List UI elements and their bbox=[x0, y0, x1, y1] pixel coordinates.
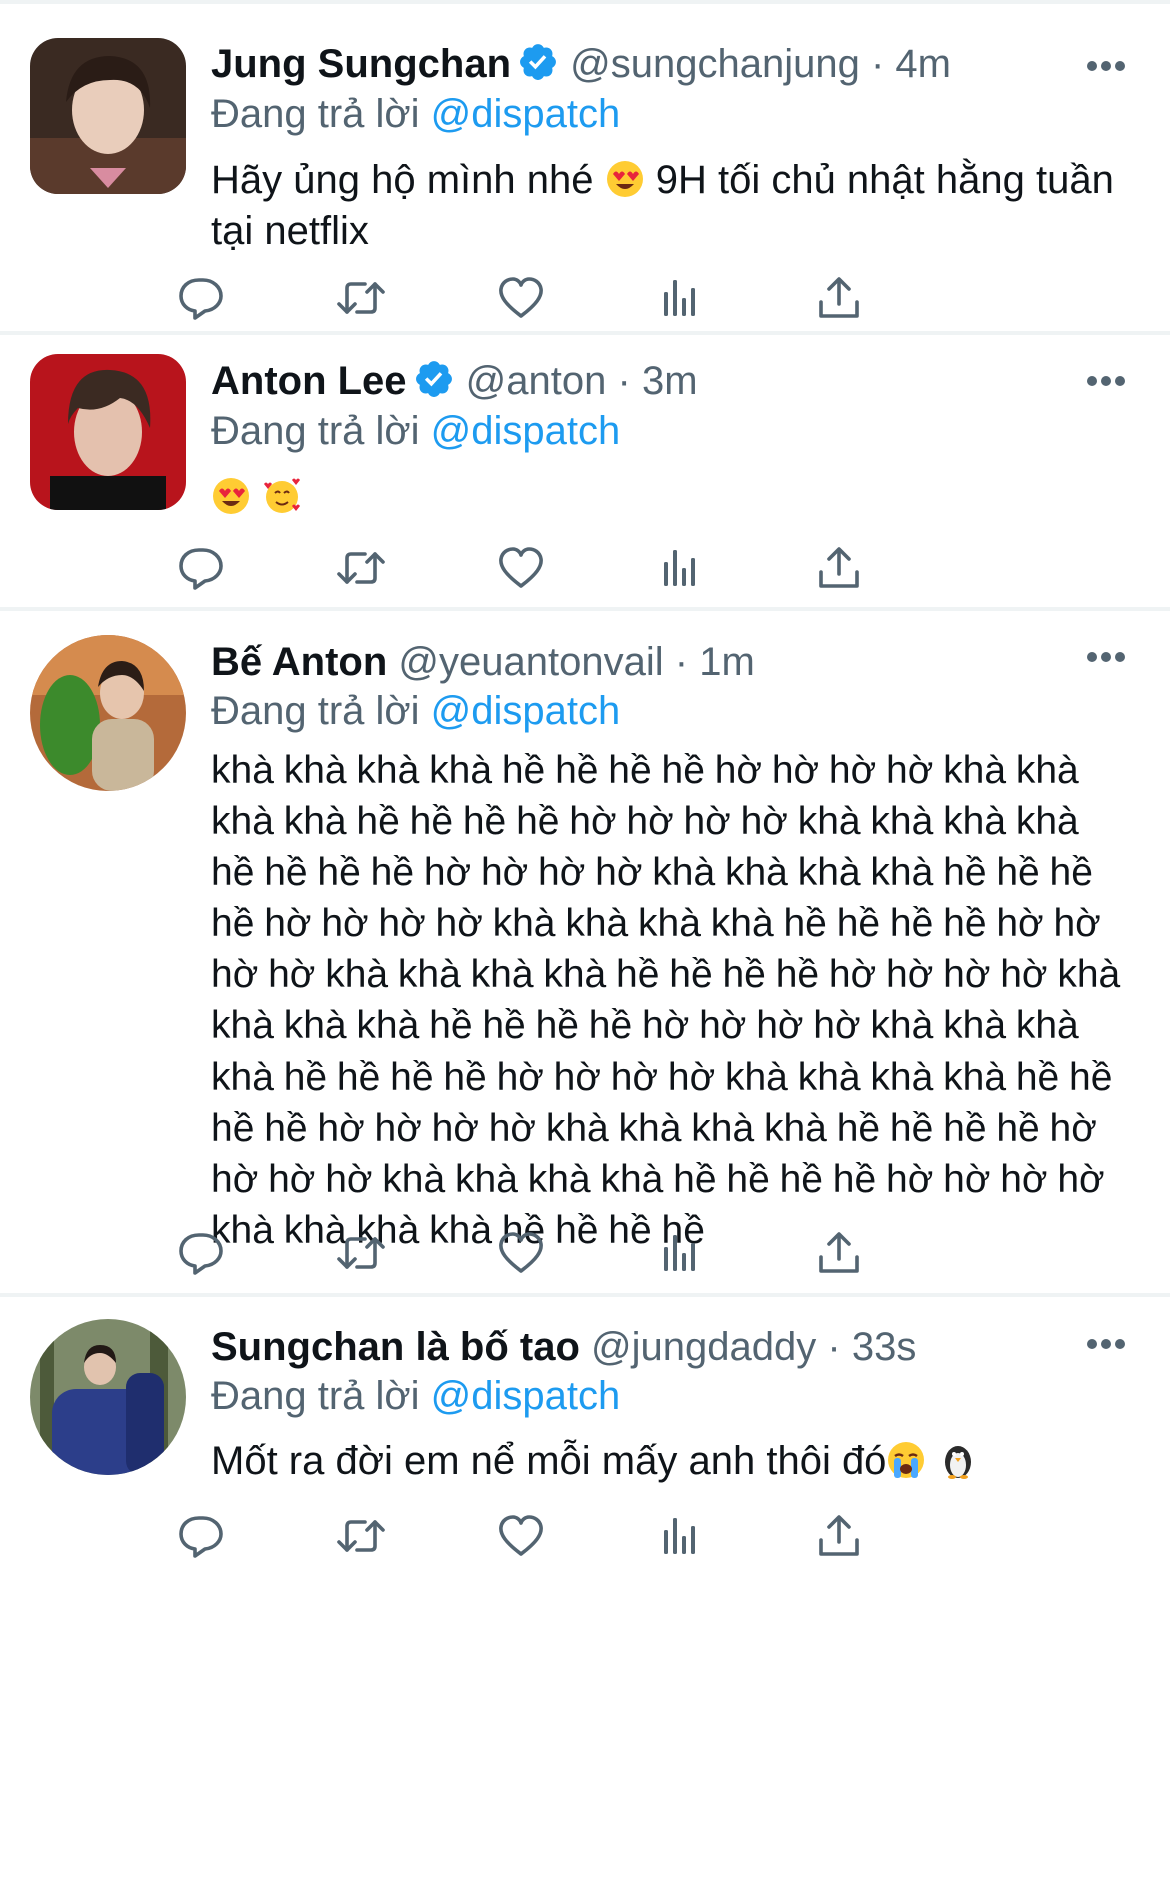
share-icon[interactable] bbox=[813, 1510, 865, 1562]
reply-context: Đang trả lời @dispatch bbox=[211, 89, 1130, 139]
reply-mention-link[interactable]: @dispatch bbox=[431, 1374, 621, 1418]
reply-context: Đang trả lời @dispatch bbox=[211, 406, 1130, 456]
reply-label: Đang trả lời bbox=[211, 1374, 420, 1418]
views-icon[interactable] bbox=[655, 272, 707, 324]
views-icon[interactable] bbox=[655, 1227, 707, 1279]
user-handle[interactable]: @jungdaddy bbox=[591, 1325, 816, 1369]
tweet-text: Hãy ủng hộ mình nhé 9H tối chủ nhật hằng… bbox=[211, 155, 1130, 257]
user-handle[interactable]: @sungchanjung bbox=[570, 42, 860, 86]
timestamp[interactable]: 3m bbox=[642, 359, 698, 403]
more-options-icon[interactable] bbox=[1086, 651, 1126, 663]
tweet-header: Sungchan là bố tao @jungdaddy · 33s bbox=[211, 1322, 1130, 1372]
action-bar bbox=[179, 542, 1041, 594]
tweet-text-part: Mốt ra đời em nể mỗi mấy anh thôi đó bbox=[211, 1439, 887, 1483]
share-icon[interactable] bbox=[813, 272, 865, 324]
verified-badge-icon bbox=[517, 41, 559, 83]
user-handle[interactable]: @anton bbox=[466, 359, 607, 403]
user-handle[interactable]: @yeuantonvail bbox=[398, 640, 663, 684]
tweet-1[interactable]: Jung Sungchan @sungchanjung · 4m Đang tr… bbox=[0, 4, 1170, 335]
separator-dot: · bbox=[617, 359, 631, 403]
heart-eyes-emoji bbox=[605, 159, 645, 199]
like-icon[interactable] bbox=[495, 272, 547, 324]
action-bar bbox=[179, 1510, 1041, 1562]
like-icon[interactable] bbox=[495, 542, 547, 594]
separator-dot: · bbox=[674, 640, 689, 684]
retweet-icon[interactable] bbox=[335, 542, 387, 594]
like-icon[interactable] bbox=[495, 1227, 547, 1279]
tweet-header: Bế Anton @yeuantonvail · 1m bbox=[211, 637, 1130, 687]
smiling-hearts-emoji bbox=[262, 476, 302, 516]
more-options-icon[interactable] bbox=[1086, 60, 1126, 72]
tweet-header: Anton Lee @anton · 3m bbox=[211, 356, 1130, 406]
retweet-icon[interactable] bbox=[335, 272, 387, 324]
views-icon[interactable] bbox=[655, 1510, 707, 1562]
reply-mention-link[interactable]: @dispatch bbox=[431, 409, 621, 453]
timestamp[interactable]: 33s bbox=[852, 1325, 917, 1369]
reply-icon[interactable] bbox=[175, 272, 227, 324]
reply-context: Đang trả lời @dispatch bbox=[211, 1366, 1130, 1426]
reply-context: Đang trả lời @dispatch bbox=[211, 681, 1130, 741]
tweet-text: khà khà khà khà hề hề hề hề hờ hờ hờ hờ … bbox=[211, 749, 1121, 1252]
display-name[interactable]: Bế Anton bbox=[211, 640, 387, 684]
more-options-icon[interactable] bbox=[1086, 375, 1126, 387]
tweet-4[interactable]: Sungchan là bố tao @jungdaddy · 33s Đang… bbox=[0, 1297, 1170, 1575]
tweet-text bbox=[211, 472, 1130, 523]
tweet-feed: Jung Sungchan @sungchanjung · 4m Đang tr… bbox=[0, 0, 1170, 1575]
verified-badge-icon bbox=[413, 358, 455, 400]
avatar[interactable] bbox=[30, 635, 186, 791]
reply-label: Đang trả lời bbox=[211, 409, 420, 453]
timestamp[interactable]: 4m bbox=[895, 42, 951, 86]
retweet-icon[interactable] bbox=[335, 1227, 387, 1279]
reply-mention-link[interactable]: @dispatch bbox=[431, 92, 621, 136]
action-bar bbox=[179, 1227, 1041, 1279]
reply-icon[interactable] bbox=[175, 1510, 227, 1562]
separator-dot: · bbox=[827, 1325, 841, 1369]
display-name[interactable]: Anton Lee bbox=[211, 359, 407, 403]
views-icon[interactable] bbox=[655, 542, 707, 594]
action-bar bbox=[179, 272, 1041, 324]
retweet-icon[interactable] bbox=[335, 1510, 387, 1562]
avatar[interactable] bbox=[30, 38, 186, 194]
separator-dot: · bbox=[870, 42, 885, 86]
display-name[interactable]: Sungchan là bố tao bbox=[211, 1325, 580, 1369]
share-icon[interactable] bbox=[813, 1227, 865, 1279]
timestamp[interactable]: 1m bbox=[699, 640, 755, 684]
heart-eyes-emoji bbox=[211, 476, 251, 516]
avatar[interactable] bbox=[30, 1319, 186, 1475]
penguin-emoji bbox=[938, 1440, 978, 1480]
reply-label: Đang trả lời bbox=[211, 689, 420, 733]
tweet-header: Jung Sungchan @sungchanjung · 4m bbox=[211, 39, 1130, 89]
reply-icon[interactable] bbox=[175, 1227, 227, 1279]
more-options-icon[interactable] bbox=[1086, 1338, 1126, 1350]
crying-emoji bbox=[886, 1440, 926, 1480]
tweet-3[interactable]: Bế Anton @yeuantonvail · 1m Đang trả lời… bbox=[0, 611, 1170, 1297]
tweet-text: Mốt ra đời em nể mỗi mấy anh thôi đó bbox=[211, 1436, 1130, 1487]
share-icon[interactable] bbox=[813, 542, 865, 594]
reply-label: Đang trả lời bbox=[211, 92, 420, 136]
tweet-2[interactable]: Anton Lee @anton · 3m Đang trả lời @disp… bbox=[0, 335, 1170, 611]
avatar[interactable] bbox=[30, 354, 186, 510]
reply-mention-link[interactable]: @dispatch bbox=[431, 689, 621, 733]
display-name[interactable]: Jung Sungchan bbox=[211, 42, 511, 86]
like-icon[interactable] bbox=[495, 1510, 547, 1562]
reply-icon[interactable] bbox=[175, 542, 227, 594]
tweet-text-part: Hãy ủng hộ mình nhé bbox=[211, 158, 594, 202]
